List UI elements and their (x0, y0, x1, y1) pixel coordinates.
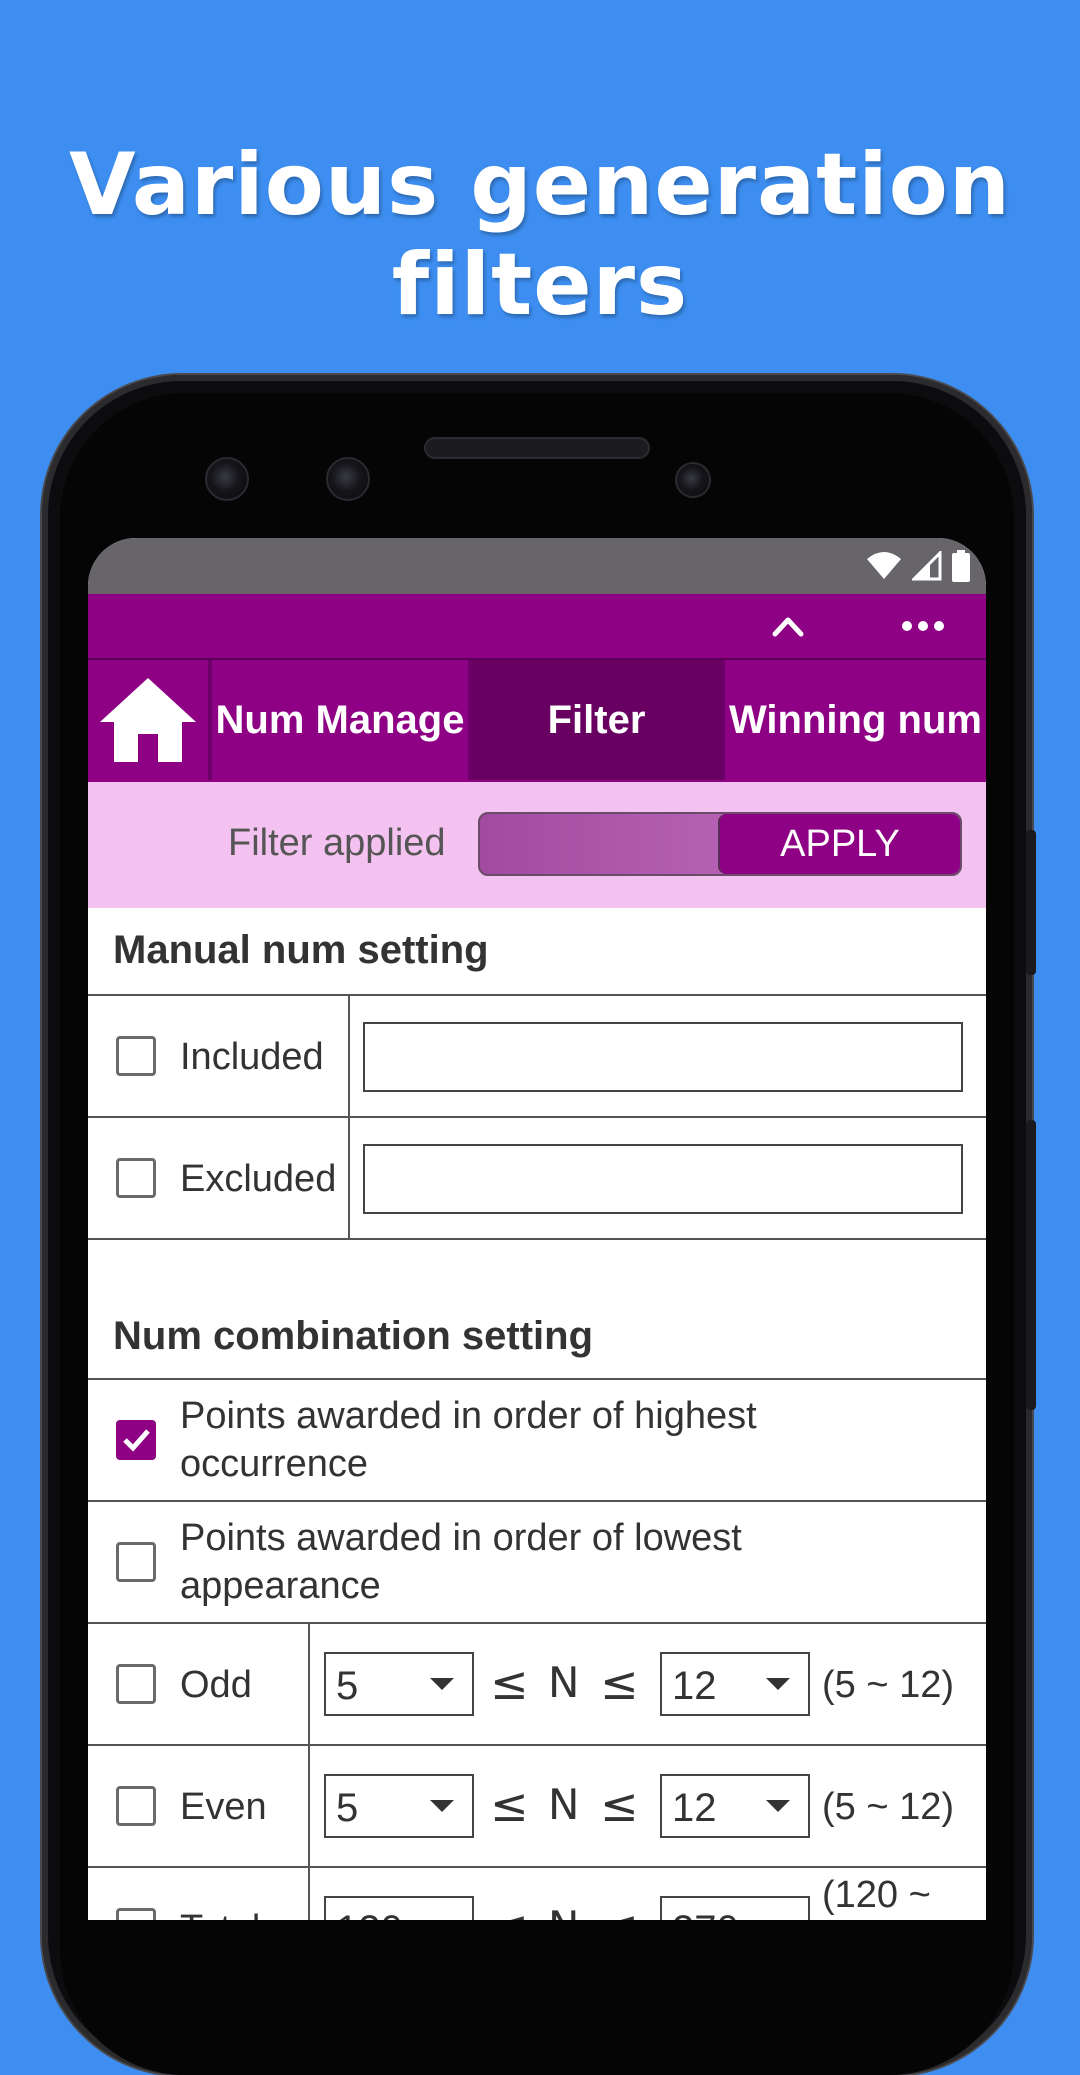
wifi-icon (867, 552, 901, 579)
tab-num-manage-label: Num Manage (215, 697, 465, 742)
excluded-row: Excluded (88, 1118, 986, 1240)
odd-min-select[interactable]: 5 (324, 1652, 474, 1716)
odd-max-select[interactable]: 12 (660, 1652, 810, 1716)
total-checkbox[interactable] (116, 1908, 156, 1920)
app-bar (88, 594, 986, 658)
earpiece-speaker (424, 437, 650, 459)
even-min-value: 5 (336, 1786, 359, 1830)
app-screen: Num Manage Filter Winning num Filter app… (88, 538, 986, 1920)
dropdown-arrow-icon (430, 1800, 454, 1812)
total-max-select[interactable]: 270 (660, 1896, 810, 1920)
filter-applied-label: Filter applied (228, 822, 446, 864)
total-range: (120 ~ (822, 1874, 931, 1916)
power-button (1026, 830, 1036, 975)
proximity-sensor-icon (675, 462, 711, 498)
signal-icon (912, 551, 942, 581)
divider (348, 1118, 350, 1238)
tab-winning-num[interactable]: Winning num (725, 660, 986, 780)
odd-label: Odd (180, 1664, 252, 1706)
even-label: Even (180, 1786, 267, 1828)
even-row: Even 5 ≤ N ≤ 12 (5 ~ 12) (88, 1746, 986, 1868)
manual-section-title: Manual num setting (113, 928, 489, 972)
included-input[interactable] (363, 1022, 963, 1092)
total-max-value: 270 (672, 1908, 739, 1920)
less-equal-symbol: ≤ (600, 1656, 639, 1710)
apply-button[interactable]: APPLY (718, 814, 960, 874)
checkmark-icon (123, 1429, 150, 1452)
odd-min-value: 5 (336, 1664, 359, 1708)
divider (308, 1624, 310, 1744)
less-equal-symbol: ≤ (490, 1656, 529, 1710)
odd-range: (5 ~ 12) (822, 1664, 955, 1706)
lowest-appearance-label: Points awarded in order of lowest appear… (180, 1517, 742, 1607)
less-equal-symbol: ≤ (490, 1900, 529, 1920)
status-bar (88, 538, 986, 594)
less-equal-symbol: ≤ (600, 1900, 639, 1920)
excluded-label: Excluded (180, 1158, 337, 1200)
odd-max-value: 12 (672, 1664, 717, 1708)
even-min-select[interactable]: 5 (324, 1774, 474, 1838)
lowest-appearance-checkbox[interactable] (116, 1542, 156, 1582)
tab-bar: Num Manage Filter Winning num (88, 658, 986, 782)
tab-winning-num-label: Winning num (729, 697, 982, 742)
headline: Various generation filters (69, 135, 1011, 335)
tab-filter-label: Filter (547, 697, 646, 742)
battery-icon (952, 550, 970, 582)
less-equal-symbol: ≤ (600, 1778, 639, 1832)
sensor-icon (326, 457, 370, 501)
tab-home[interactable] (88, 660, 212, 780)
n-symbol: N (548, 1780, 580, 1829)
home-icon (100, 678, 196, 762)
odd-checkbox[interactable] (116, 1664, 156, 1704)
excluded-checkbox[interactable] (116, 1158, 156, 1198)
highest-occurrence-row: Points awarded in order of highest occur… (88, 1380, 986, 1502)
less-equal-symbol: ≤ (490, 1778, 529, 1832)
highest-occurrence-checkbox[interactable] (116, 1420, 156, 1460)
included-row: Included (88, 996, 986, 1118)
excluded-input[interactable] (363, 1144, 963, 1214)
combination-section-title: Num combination setting (113, 1314, 593, 1358)
included-checkbox[interactable] (116, 1036, 156, 1076)
n-symbol: N (548, 1902, 579, 1920)
lowest-appearance-row: Points awarded in order of lowest appear… (88, 1502, 986, 1624)
total-label: Total (180, 1908, 260, 1920)
volume-button (1026, 1120, 1036, 1410)
dropdown-arrow-icon (766, 1800, 790, 1812)
even-max-value: 12 (672, 1786, 717, 1830)
divider (308, 1746, 310, 1866)
n-symbol: N (548, 1658, 580, 1707)
filter-status-bar: Filter applied APPLY (88, 782, 986, 908)
front-camera-icon (205, 457, 249, 501)
divider (308, 1868, 310, 1920)
even-range: (5 ~ 12) (822, 1786, 955, 1828)
even-max-select[interactable]: 12 (660, 1774, 810, 1838)
more-horizontal-icon (902, 621, 944, 631)
highest-occurrence-label: Points awarded in order of highest occur… (180, 1395, 757, 1485)
dropdown-arrow-icon (430, 1678, 454, 1690)
dropdown-arrow-icon (766, 1678, 790, 1690)
collapse-button[interactable] (758, 594, 818, 658)
odd-row: Odd 5 ≤ N ≤ 12 (5 ~ 12) (88, 1624, 986, 1746)
total-row: Total 120 ≤ N ≤ 270 (120 ~ (88, 1868, 986, 1920)
tab-filter[interactable]: Filter (472, 660, 725, 780)
divider (348, 996, 350, 1116)
total-min-select[interactable]: 120 (324, 1896, 474, 1920)
tab-num-manage[interactable]: Num Manage (212, 660, 472, 780)
included-label: Included (180, 1036, 324, 1078)
even-checkbox[interactable] (116, 1786, 156, 1826)
chevron-up-icon (772, 617, 804, 637)
filter-toggle[interactable]: APPLY (478, 812, 962, 876)
total-min-value: 120 (336, 1908, 403, 1920)
more-options-button[interactable] (888, 594, 958, 658)
